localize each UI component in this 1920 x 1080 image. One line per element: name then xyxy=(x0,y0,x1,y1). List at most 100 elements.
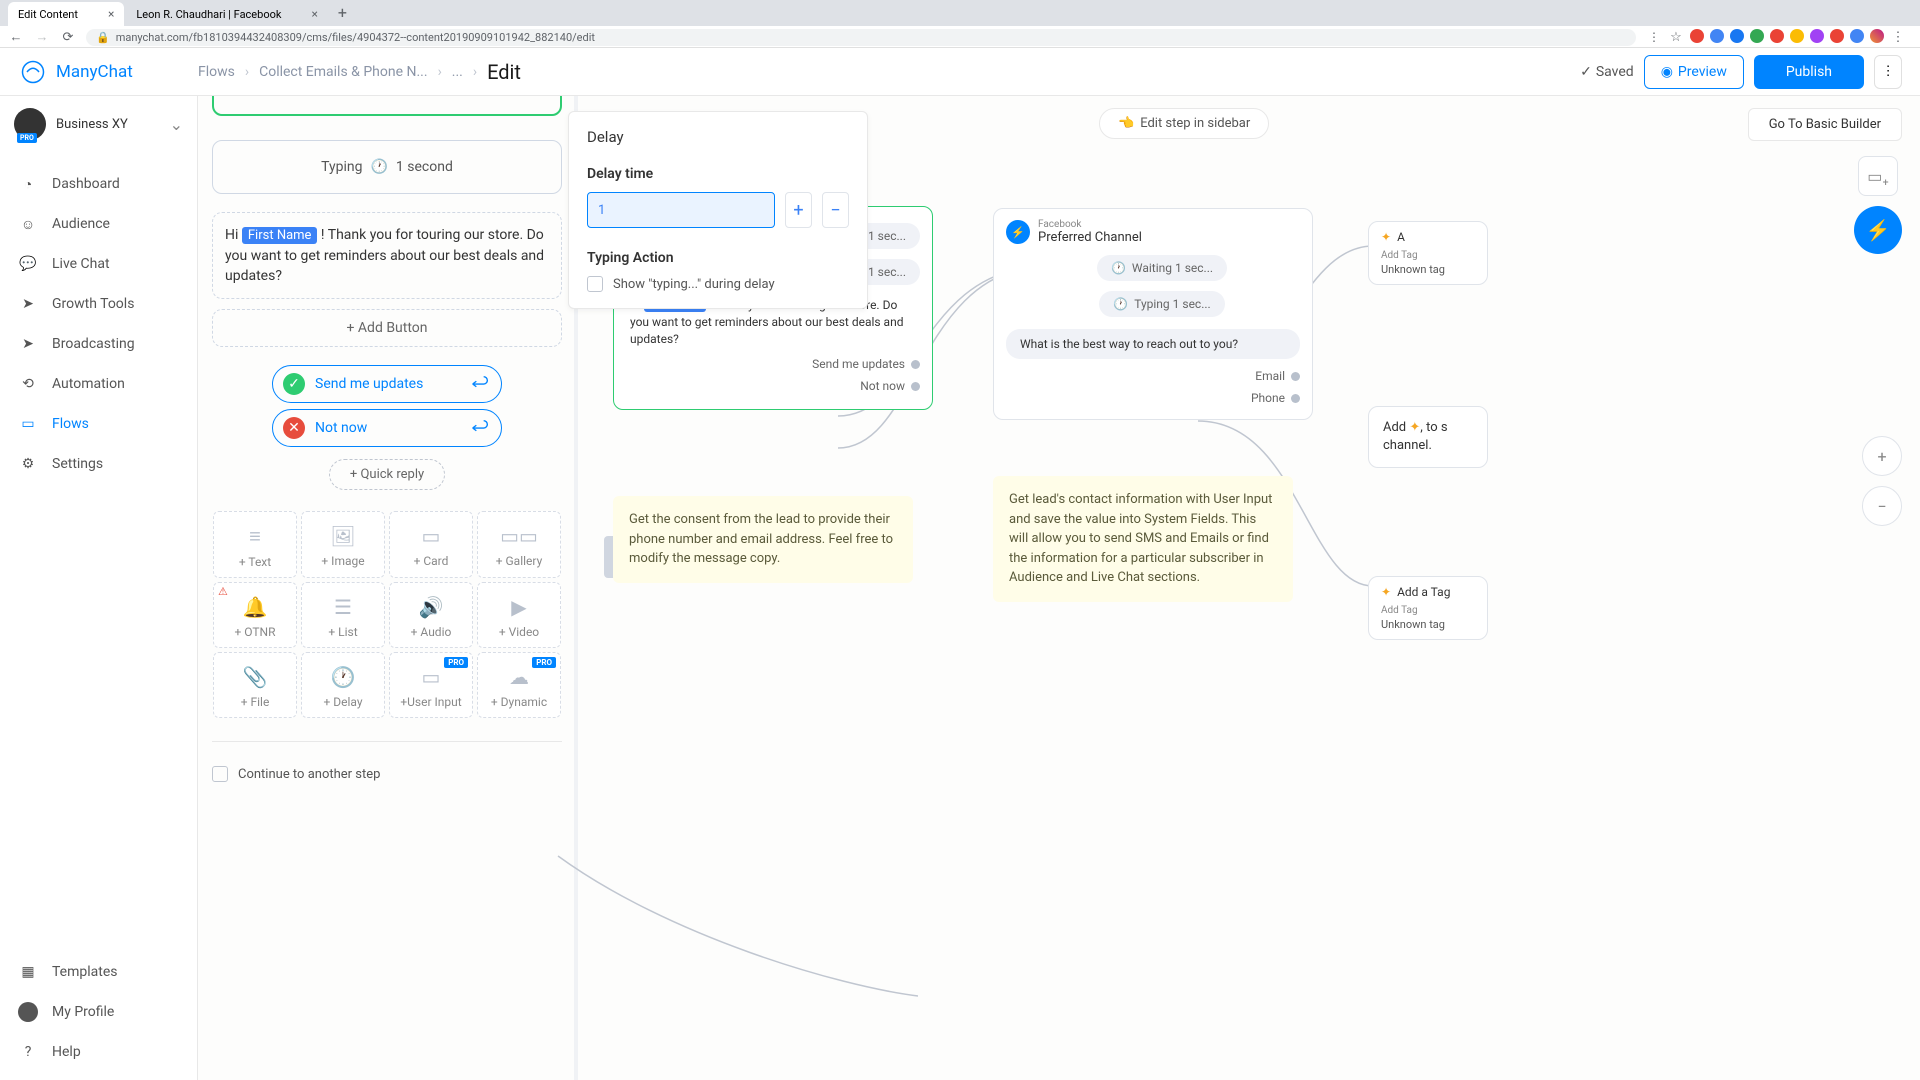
card-option[interactable]: Not now xyxy=(626,375,920,397)
checkbox[interactable] xyxy=(212,766,228,782)
quick-reply-button[interactable]: + Quick reply xyxy=(329,459,445,490)
sidebar-item-profile[interactable]: My Profile xyxy=(0,992,197,1032)
preview-button[interactable]: ◉ Preview xyxy=(1644,55,1744,89)
saved-indicator: ✓ Saved xyxy=(1580,64,1634,80)
ctype-dynamic[interactable]: PRO☁+ Dynamic xyxy=(477,652,561,718)
message-block[interactable]: Hi First Name ! Thank you for touring ou… xyxy=(212,212,562,299)
tab-title: Leon R. Chaudhari | Facebook xyxy=(136,8,281,21)
reply-button-no[interactable]: ✕ Not now xyxy=(272,409,502,447)
zoom-in-button[interactable]: + xyxy=(1862,436,1902,476)
bc-flow-name[interactable]: Collect Emails & Phone N... xyxy=(259,64,427,80)
increment-button[interactable]: + xyxy=(785,192,812,228)
delay-input[interactable] xyxy=(587,192,775,228)
edit-step-label: Edit step in sidebar xyxy=(1140,116,1250,131)
publish-button[interactable]: Publish xyxy=(1754,55,1864,89)
opt-label: Phone xyxy=(1251,391,1285,405)
decrement-button[interactable]: − xyxy=(822,192,849,228)
menu-icon[interactable]: ⋮ xyxy=(1890,29,1906,45)
sidebar-item-growth[interactable]: ➤Growth Tools xyxy=(0,284,197,324)
ctype-image[interactable]: 🖼+ Image xyxy=(301,511,385,578)
close-icon[interactable]: × xyxy=(108,7,114,21)
browser-tab-active[interactable]: Edit Content × xyxy=(8,2,124,26)
sidebar-item-flows[interactable]: ▭Flows xyxy=(0,404,197,444)
tag-sub: Add Tag xyxy=(1381,250,1475,261)
card-option-phone[interactable]: Phone xyxy=(1006,387,1300,409)
ext-icon[interactable] xyxy=(1830,29,1844,43)
fab-column: ▭₊ ⚡ xyxy=(1854,156,1902,254)
sidebar-item-dashboard[interactable]: ◔Dashboard xyxy=(0,164,197,204)
canvas[interactable]: 👈 Edit step in sidebar Go To Basic Build… xyxy=(198,96,1920,1080)
first-name-tag[interactable]: First Name xyxy=(242,227,318,244)
ext-icon[interactable] xyxy=(1850,29,1864,43)
sidebar-item-automation[interactable]: ⟲Automation xyxy=(0,364,197,404)
close-icon[interactable]: × xyxy=(311,7,317,21)
card-option[interactable]: Send me updates xyxy=(626,353,920,375)
ctype-text[interactable]: ≡+ Text xyxy=(213,511,297,578)
new-tab-button[interactable]: + xyxy=(330,0,355,26)
active-step-outline[interactable] xyxy=(212,96,562,116)
basic-builder-button[interactable]: Go To Basic Builder xyxy=(1748,108,1902,141)
checkbox[interactable] xyxy=(587,276,603,292)
ext-icon[interactable] xyxy=(1690,29,1704,43)
forward-icon[interactable]: → xyxy=(34,29,50,45)
ctype-card[interactable]: ▭+ Card xyxy=(389,511,473,578)
reload-icon[interactable]: ⟳ xyxy=(60,29,76,45)
ext-icon[interactable] xyxy=(1810,29,1824,43)
connector-dot[interactable] xyxy=(1291,394,1300,403)
image-icon: 🖼 xyxy=(306,524,380,548)
sidebar-item-broadcasting[interactable]: ➤Broadcasting xyxy=(0,324,197,364)
logo[interactable]: ManyChat xyxy=(18,57,198,87)
connector-dot[interactable] xyxy=(911,360,920,369)
reply-button-yes[interactable]: ✓ Send me updates xyxy=(272,365,502,403)
note-contact-info[interactable]: Get lead's contact information with User… xyxy=(993,476,1293,602)
avatar[interactable] xyxy=(1870,29,1884,43)
avatar-icon xyxy=(18,1003,38,1021)
more-button[interactable]: ⋮ xyxy=(1874,55,1902,89)
ext-icon[interactable] xyxy=(1750,29,1764,43)
zoom-out-button[interactable]: − xyxy=(1862,486,1902,526)
messenger-fab[interactable]: ⚡ xyxy=(1854,206,1902,254)
url-field[interactable]: 🔒 manychat.com/fb181039443240830​9/cms/f… xyxy=(86,29,1636,46)
star-icon[interactable]: ☆ xyxy=(1668,29,1684,45)
back-icon[interactable]: ← xyxy=(8,29,24,45)
note-consent[interactable]: Get the consent from the lead to provide… xyxy=(613,496,913,583)
sidebar-item-settings[interactable]: ⚙Settings xyxy=(0,444,197,484)
ctype-video[interactable]: ▶+ Video xyxy=(477,582,561,648)
sidebar-item-help[interactable]: ?Help xyxy=(0,1032,197,1072)
translate-icon[interactable]: ⋮ xyxy=(1646,29,1662,45)
ext-icon[interactable] xyxy=(1710,29,1724,43)
connector-dot[interactable] xyxy=(1291,372,1300,381)
continue-row[interactable]: Continue to another step xyxy=(212,766,562,782)
ctype-list[interactable]: ☰+ List xyxy=(301,582,385,648)
sidebar-item-audience[interactable]: ☺Audience xyxy=(0,204,197,244)
audio-icon: 🔊 xyxy=(394,595,468,619)
bc-ellipsis[interactable]: ... xyxy=(452,64,463,80)
bc-flows[interactable]: Flows xyxy=(198,64,235,80)
connector-dot[interactable] xyxy=(911,382,920,391)
tag-card[interactable]: ✦A Add Tag Unknown tag xyxy=(1368,221,1488,285)
card-question: What is the best way to reach out to you… xyxy=(1006,329,1300,359)
flow-card-preferred-channel[interactable]: ⚡ Facebook Preferred Channel 🕐Waiting 1 … xyxy=(993,208,1313,420)
typing-action-label: Typing Action xyxy=(587,250,849,266)
ctype-userinput[interactable]: PRO▭+User Input xyxy=(389,652,473,718)
tag-card[interactable]: ✦Add a Tag Add Tag Unknown tag xyxy=(1368,576,1488,640)
ctype-delay[interactable]: 🕐+ Delay xyxy=(301,652,385,718)
ctype-audio[interactable]: 🔊+ Audio xyxy=(389,582,473,648)
card-option-email[interactable]: Email xyxy=(1006,365,1300,387)
edit-step-sidebar-button[interactable]: 👈 Edit step in sidebar xyxy=(1099,108,1269,139)
ctype-otnr[interactable]: ⚠🔔+ OTNR xyxy=(213,582,297,648)
ext-icon[interactable] xyxy=(1770,29,1784,43)
tag-note[interactable]: Add ✦, to s channel. xyxy=(1368,406,1488,468)
add-node-button[interactable]: ▭₊ xyxy=(1858,156,1898,196)
account-selector[interactable]: PRO Business XY ⌄ xyxy=(0,96,197,152)
ext-icon[interactable] xyxy=(1730,29,1744,43)
sidebar-item-templates[interactable]: ▦Templates xyxy=(0,952,197,992)
ctype-file[interactable]: 📎+ File xyxy=(213,652,297,718)
show-typing-row[interactable]: Show "typing..." during delay xyxy=(587,276,849,292)
sidebar-item-livechat[interactable]: 💬Live Chat xyxy=(0,244,197,284)
add-button-row[interactable]: + Add Button xyxy=(212,309,562,347)
ctype-gallery[interactable]: ▭▭+ Gallery xyxy=(477,511,561,578)
ext-icon[interactable] xyxy=(1790,29,1804,43)
browser-tab[interactable]: Leon R. Chaudhari | Facebook × xyxy=(126,2,327,26)
typing-step[interactable]: Typing 🕐 1 second xyxy=(212,140,562,194)
